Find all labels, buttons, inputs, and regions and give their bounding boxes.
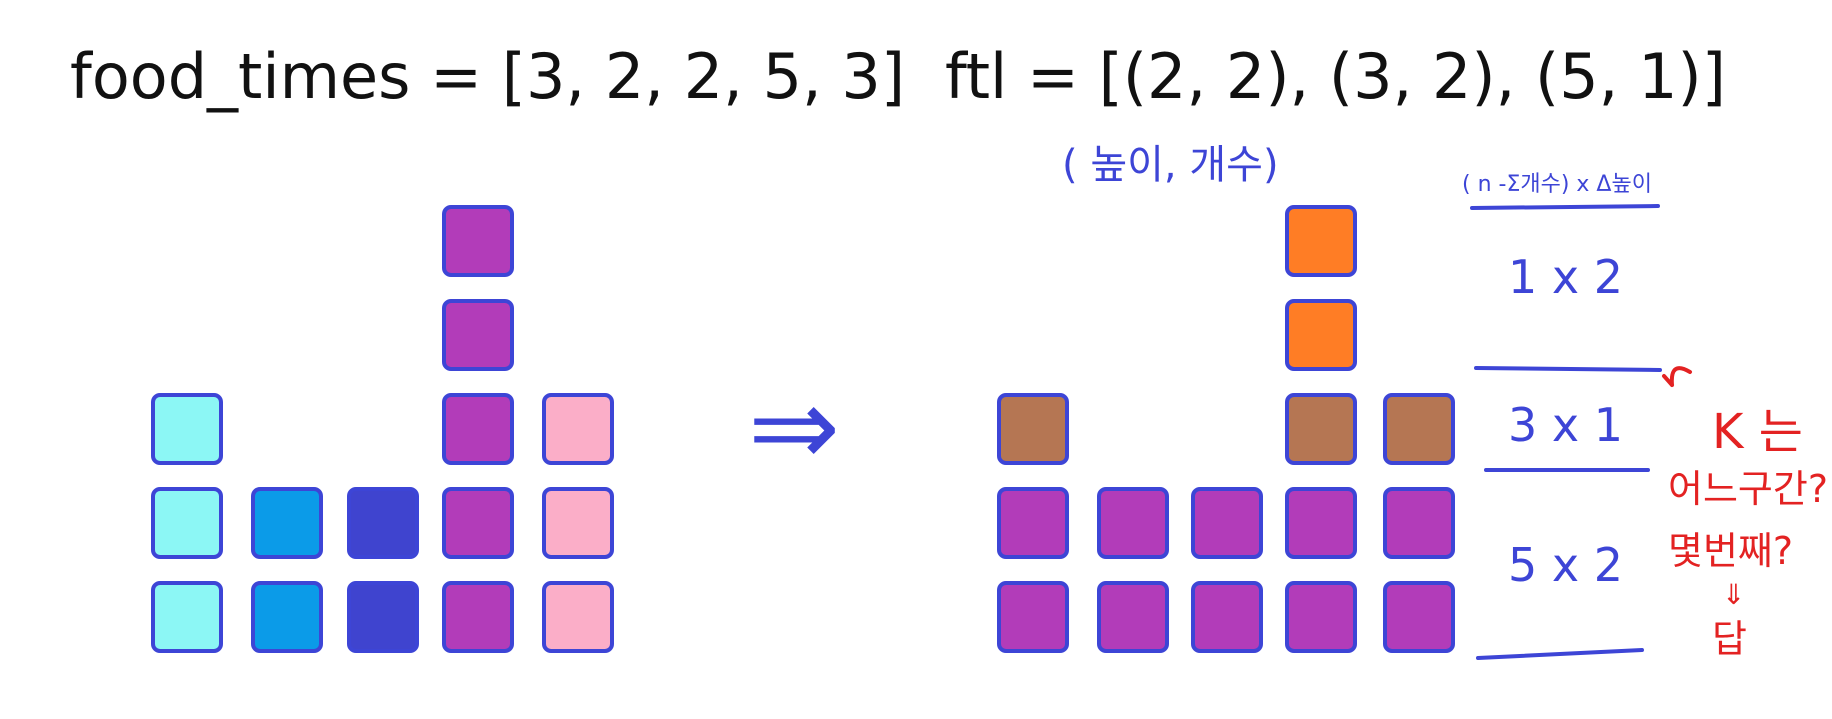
- right-block-c5-r1: [1383, 581, 1455, 653]
- k-hook-stroke: [1662, 366, 1692, 387]
- right-block-c5-r2: [1383, 487, 1455, 559]
- divider-line-2: [1474, 366, 1662, 372]
- diagram-canvas: [151, 204, 1692, 660]
- left-block-chart: [151, 205, 614, 653]
- left-block-c5-r1: [542, 581, 614, 653]
- right-block-c2-r2: [1097, 487, 1169, 559]
- left-block-c4-r4: [442, 299, 514, 371]
- left-block-c1-r3: [151, 393, 223, 465]
- k-pointer-hook: [1662, 366, 1692, 387]
- left-block-c2-r2: [251, 487, 323, 559]
- right-block-c1-r3: [997, 393, 1069, 465]
- left-block-c4-r5: [442, 205, 514, 277]
- right-block-c3-r2: [1191, 487, 1263, 559]
- right-block-c4-r5: [1285, 205, 1357, 277]
- left-block-c3-r2: [347, 487, 419, 559]
- right-block-c4-r3: [1285, 393, 1357, 465]
- right-block-c3-r1: [1191, 581, 1263, 653]
- right-block-c4-r1: [1285, 581, 1357, 653]
- right-block-chart: [997, 205, 1455, 653]
- right-block-c2-r1: [1097, 581, 1169, 653]
- interval-dividers: [1470, 204, 1662, 660]
- left-block-c3-r1: [347, 581, 419, 653]
- right-block-c1-r1: [997, 581, 1069, 653]
- left-block-c1-r2: [151, 487, 223, 559]
- divider-line-1: [1470, 204, 1660, 210]
- right-block-c5-r3: [1383, 393, 1455, 465]
- right-block-c4-r4: [1285, 299, 1357, 371]
- left-block-c4-r2: [442, 487, 514, 559]
- right-block-c4-r2: [1285, 487, 1357, 559]
- right-block-c1-r2: [997, 487, 1069, 559]
- left-block-c1-r1: [151, 581, 223, 653]
- left-block-c4-r3: [442, 393, 514, 465]
- left-block-c5-r3: [542, 393, 614, 465]
- divider-line-4: [1476, 648, 1644, 660]
- left-block-c2-r1: [251, 581, 323, 653]
- left-block-c5-r2: [542, 487, 614, 559]
- left-block-c4-r1: [442, 581, 514, 653]
